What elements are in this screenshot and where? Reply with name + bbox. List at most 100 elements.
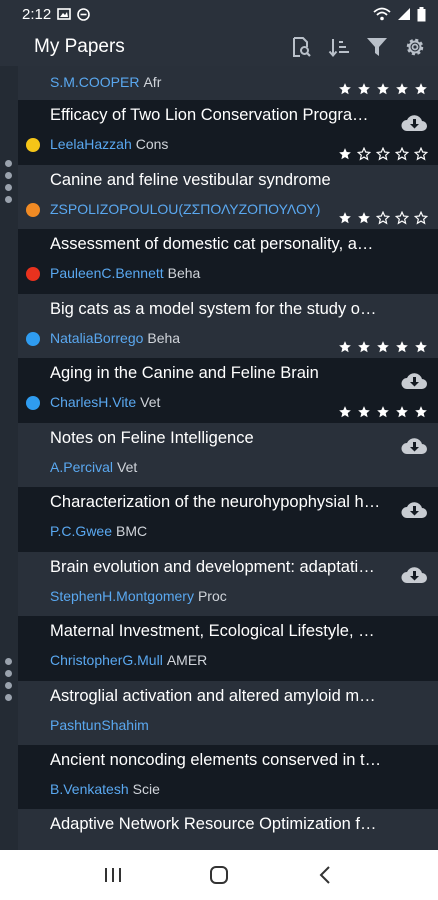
paper-title: Maternal Investment, Ecological Lifestyl… bbox=[50, 622, 375, 640]
star-rating[interactable] bbox=[338, 340, 428, 354]
sort-button[interactable] bbox=[324, 32, 354, 62]
paper-author: PauleenC.Bennett bbox=[50, 265, 164, 281]
drag-handle-icon[interactable] bbox=[5, 658, 12, 701]
paper-title: Aging in the Canine and Feline Brain bbox=[50, 364, 319, 382]
star-filled-icon[interactable] bbox=[395, 405, 409, 419]
star-filled-icon[interactable] bbox=[414, 340, 428, 354]
star-filled-icon[interactable] bbox=[414, 82, 428, 96]
list-item[interactable]: Characterization of the neurohypophysial… bbox=[18, 487, 438, 552]
search-doc-icon bbox=[293, 37, 311, 57]
drag-handle-icon[interactable] bbox=[5, 160, 12, 203]
paper-journal: Afr bbox=[143, 74, 162, 90]
star-rating[interactable] bbox=[338, 211, 428, 225]
star-rating[interactable] bbox=[338, 147, 428, 161]
star-outline-icon[interactable] bbox=[414, 211, 428, 225]
star-filled-icon[interactable] bbox=[338, 340, 352, 354]
paper-title: Astroglial activation and altered amyloi… bbox=[50, 687, 376, 705]
list-item[interactable]: Aging in the Canine and Feline Brain Char… bbox=[18, 358, 438, 423]
paper-journal: Beha bbox=[147, 330, 181, 346]
star-filled-icon[interactable] bbox=[338, 82, 352, 96]
paper-title: Ancient noncoding elements conserved in … bbox=[50, 751, 382, 769]
left-rail bbox=[0, 66, 18, 850]
star-filled-icon[interactable] bbox=[357, 82, 371, 96]
paper-journal: Vet bbox=[117, 459, 138, 475]
recent-apps-button[interactable] bbox=[93, 855, 133, 895]
list-item[interactable]: Brain evolution and development: adaptat… bbox=[18, 552, 438, 616]
star-filled-icon[interactable] bbox=[395, 82, 409, 96]
paper-meta: NataliaBorrego Beha bbox=[50, 330, 180, 346]
color-tag-dot[interactable] bbox=[26, 138, 40, 152]
list-item[interactable]: Big cats as a model system for the study… bbox=[18, 294, 438, 358]
settings-button[interactable] bbox=[400, 32, 430, 62]
star-outline-icon[interactable] bbox=[395, 147, 409, 161]
list-item[interactable]: Efficacy of Two Lion Conservation Progra… bbox=[18, 100, 438, 165]
paper-title: Assessment of domestic cat personality, … bbox=[50, 235, 374, 253]
paper-title: Canine and feline vestibular syndrome bbox=[50, 171, 331, 189]
list-item[interactable]: Ancient noncoding elements conserved in … bbox=[18, 745, 438, 809]
paper-meta: StephenH.Montgomery Proc bbox=[50, 588, 227, 604]
star-outline-icon[interactable] bbox=[357, 147, 371, 161]
star-rating[interactable] bbox=[338, 405, 428, 419]
star-filled-icon[interactable] bbox=[376, 340, 390, 354]
list-item[interactable]: Canine and feline vestibular syndrome ZSP… bbox=[18, 165, 438, 229]
color-tag-dot[interactable] bbox=[26, 332, 40, 346]
cloud-download-icon[interactable] bbox=[400, 370, 428, 390]
star-outline-icon[interactable] bbox=[376, 211, 390, 225]
status-bar: 2:12 bbox=[0, 0, 438, 28]
status-right bbox=[373, 6, 426, 22]
list-item[interactable]: Adaptive Network Resource Optimization f… bbox=[18, 809, 438, 850]
paper-title: Big cats as a model system for the study… bbox=[50, 300, 377, 318]
color-tag-dot[interactable] bbox=[26, 396, 40, 410]
cloud-download-icon[interactable] bbox=[400, 564, 428, 584]
star-outline-icon[interactable] bbox=[395, 211, 409, 225]
star-filled-icon[interactable] bbox=[357, 340, 371, 354]
paper-journal: Scie bbox=[132, 781, 160, 797]
star-filled-icon[interactable] bbox=[357, 211, 371, 225]
do-not-disturb-icon bbox=[77, 7, 91, 21]
wifi-icon bbox=[373, 7, 391, 21]
star-filled-icon[interactable] bbox=[376, 82, 390, 96]
home-button[interactable] bbox=[199, 855, 239, 895]
star-filled-icon[interactable] bbox=[357, 405, 371, 419]
search-document-button[interactable] bbox=[286, 32, 316, 62]
star-filled-icon[interactable] bbox=[395, 340, 409, 354]
list-item[interactable]: Assessment of domestic cat personality, … bbox=[18, 229, 438, 294]
status-time: 2:12 bbox=[22, 5, 52, 23]
paper-author: PashtunShahim bbox=[50, 717, 149, 733]
paper-meta: ChristopherG.Mull AMER bbox=[50, 652, 207, 668]
star-filled-icon[interactable] bbox=[414, 405, 428, 419]
filter-button[interactable] bbox=[362, 32, 392, 62]
list-item[interactable]: Notes on Feline Intelligence A.Percival Ve… bbox=[18, 423, 438, 487]
star-filled-icon[interactable] bbox=[338, 405, 352, 419]
paper-meta: PashtunShahim bbox=[50, 717, 149, 733]
list-item[interactable]: Maternal Investment, Ecological Lifestyl… bbox=[18, 616, 438, 681]
paper-list[interactable]: S.M.COOPER Afr Efficacy of Two Lion Conser… bbox=[18, 66, 438, 850]
list-item[interactable]: Astroglial activation and altered amyloi… bbox=[18, 681, 438, 745]
app-bar: My Papers bbox=[0, 28, 438, 66]
toolbar bbox=[286, 32, 438, 62]
paper-title: Adaptive Network Resource Optimization f… bbox=[50, 815, 377, 833]
star-filled-icon[interactable] bbox=[376, 405, 390, 419]
paper-meta: P.C.Gwee BMC bbox=[50, 523, 147, 539]
color-tag-dot[interactable] bbox=[26, 267, 40, 281]
back-button[interactable] bbox=[305, 855, 345, 895]
cloud-download-icon[interactable] bbox=[400, 112, 428, 132]
star-outline-icon[interactable] bbox=[376, 147, 390, 161]
color-tag-dot[interactable] bbox=[26, 203, 40, 217]
cloud-download-icon[interactable] bbox=[400, 435, 428, 455]
back-icon bbox=[319, 866, 330, 884]
navigation-bar bbox=[0, 850, 438, 900]
paper-title: Notes on Feline Intelligence bbox=[50, 429, 254, 447]
star-outline-icon[interactable] bbox=[414, 147, 428, 161]
filter-icon bbox=[367, 38, 387, 56]
paper-author: S.M.COOPER bbox=[50, 74, 140, 90]
star-filled-icon[interactable] bbox=[338, 147, 352, 161]
list-item[interactable]: S.M.COOPER Afr bbox=[18, 66, 438, 100]
paper-title: Characterization of the neurohypophysial… bbox=[50, 493, 381, 511]
paper-journal: Beha bbox=[167, 265, 201, 281]
paper-meta: B.Venkatesh Scie bbox=[50, 781, 160, 797]
cloud-download-icon[interactable] bbox=[400, 499, 428, 519]
paper-meta: S.M.COOPER Afr bbox=[50, 74, 161, 90]
star-filled-icon[interactable] bbox=[338, 211, 352, 225]
star-rating[interactable] bbox=[338, 82, 428, 96]
